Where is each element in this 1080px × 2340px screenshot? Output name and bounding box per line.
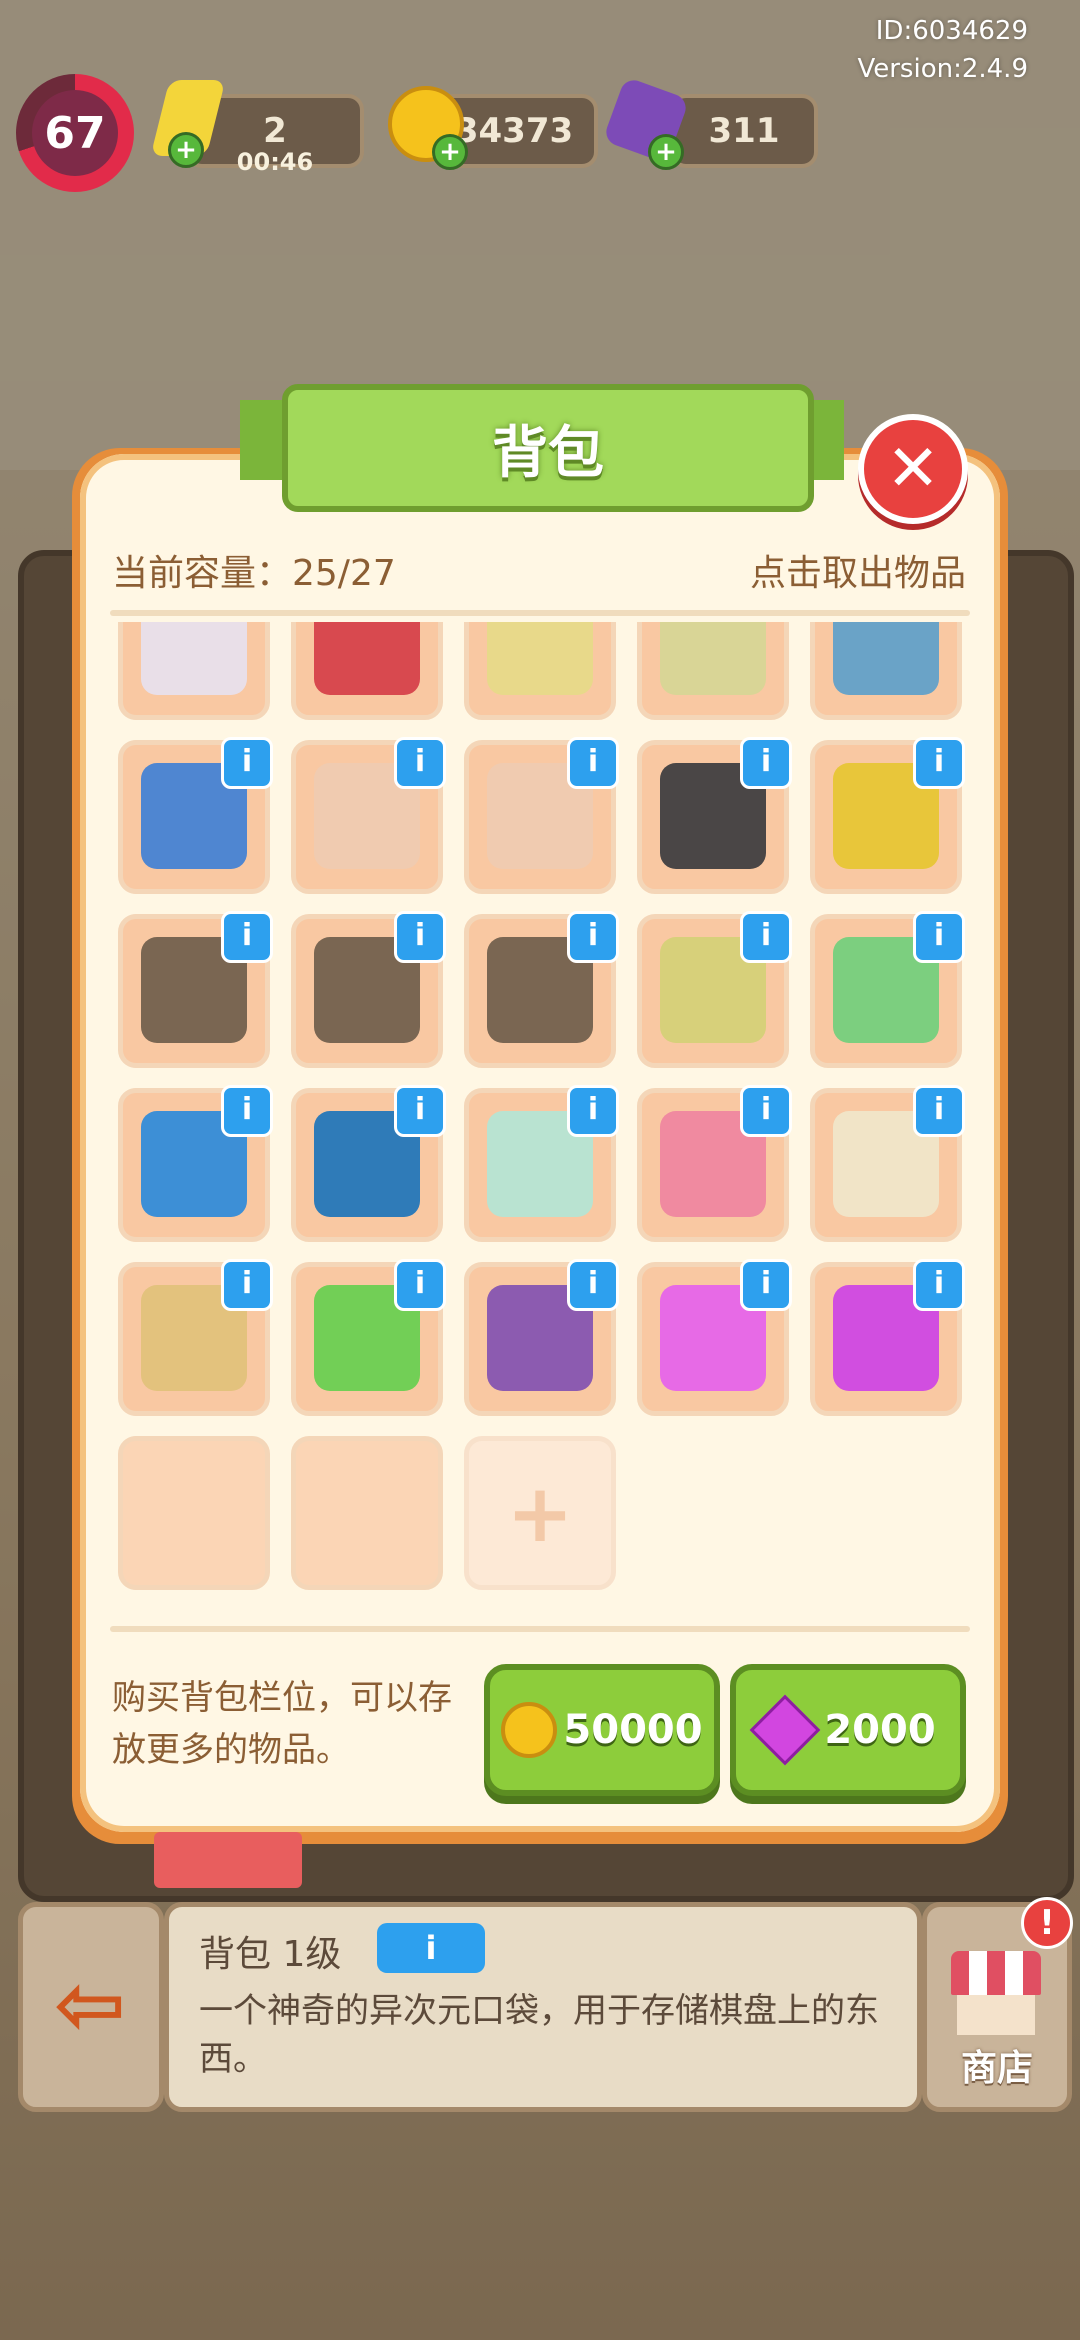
level-badge[interactable]: 67 [16, 74, 134, 192]
inventory-slot[interactable]: i [464, 737, 619, 894]
item-info-button[interactable]: i [740, 1085, 792, 1137]
inventory-slot[interactable]: i [810, 1085, 965, 1242]
gem-counter[interactable]: 311 [670, 94, 818, 168]
energy-timer: 00:46 [236, 148, 314, 176]
inventory-slot[interactable] [810, 622, 962, 720]
item-info-button[interactable]: i [913, 1259, 965, 1311]
buy-slot-description: 购买背包栏位，可以存放更多的物品。 [112, 1678, 452, 1770]
shop-label: 商店 [960, 2048, 1033, 2089]
inventory-slot[interactable]: i [810, 911, 965, 1068]
inventory-slot[interactable]: i [637, 1259, 792, 1416]
inventory-slot[interactable]: i [810, 1259, 965, 1416]
item-info-button[interactable]: i [377, 1923, 485, 1973]
version-label: Version:2.4.9 [857, 54, 1028, 84]
inventory-slot[interactable]: i [118, 1259, 273, 1416]
item-info-button[interactable]: i [394, 1259, 446, 1311]
exercise-bike-icon [833, 622, 939, 695]
item-info-button[interactable]: i [740, 911, 792, 963]
inventory-slot[interactable]: i [637, 1085, 792, 1242]
item-info-bar: ⇦ 背包 1级 i 一个神奇的异次元口袋，用于存储棋盘上的东西。 商店 ! [18, 1897, 1073, 2112]
gem-value: 311 [708, 111, 780, 151]
level-value: 67 [32, 90, 118, 176]
bottom-ribbon-decoration [154, 1832, 302, 1888]
inventory-grid: i i i i i i i i i i i i i i i i i i i i + [118, 622, 965, 1590]
inventory-slot[interactable] [464, 622, 616, 720]
empty-slot [291, 1436, 443, 1590]
coin-value: 34373 [454, 111, 574, 151]
red-basket-icon [314, 622, 420, 695]
add-gems-button[interactable]: + [648, 134, 684, 170]
buy-with-gems-button[interactable]: 2000 [730, 1664, 966, 1796]
item-info-button[interactable]: i [221, 737, 273, 789]
inventory-slot[interactable]: i [464, 911, 619, 1068]
item-info-button[interactable]: i [567, 1085, 619, 1137]
inventory-scroll-area[interactable]: i i i i i i i i i i i i i i i i i i i i + [112, 622, 968, 1602]
add-energy-button[interactable]: + [168, 132, 204, 168]
title-ribbon: 背包 [282, 384, 814, 512]
close-icon: ✕ [886, 432, 940, 506]
inventory-slot[interactable]: i [291, 737, 446, 894]
empty-slot [118, 1436, 270, 1590]
item-info-button[interactable]: i [740, 737, 792, 789]
item-info-button[interactable]: i [394, 911, 446, 963]
item-info-button[interactable]: i [567, 911, 619, 963]
add-slot-button[interactable]: + [464, 1436, 616, 1590]
item-info-button[interactable]: i [394, 737, 446, 789]
shop-button[interactable]: 商店 ! [922, 1897, 1073, 2112]
energy-value: 2 [263, 111, 287, 151]
close-button[interactable]: ✕ [858, 414, 968, 524]
exit-button[interactable]: ⇦ [18, 1902, 164, 2112]
shop-awning-icon [951, 1951, 1041, 1995]
exit-arrow-icon: ⇦ [53, 1955, 127, 2055]
inventory-slot[interactable]: i [291, 911, 446, 1068]
gem-icon [749, 1694, 821, 1766]
inventory-slot[interactable]: i [637, 911, 792, 1068]
item-info-button[interactable]: i [740, 1259, 792, 1311]
inventory-slot[interactable] [637, 622, 789, 720]
inventory-slot[interactable]: i [464, 1085, 619, 1242]
inventory-slot[interactable] [291, 622, 443, 720]
inventory-slot[interactable]: i [464, 1259, 619, 1416]
item-info-button[interactable]: i [567, 1259, 619, 1311]
coin-price: 50000 [563, 1707, 703, 1753]
item-info-button[interactable]: i [913, 1085, 965, 1137]
item-info-button[interactable]: i [913, 911, 965, 963]
paint-box-icon [141, 622, 247, 695]
inventory-slot[interactable]: i [637, 737, 792, 894]
inventory-slot[interactable] [118, 622, 270, 720]
gem-price: 2000 [824, 1707, 936, 1753]
capacity-label: 当前容量：25/27 [112, 553, 396, 594]
add-coins-button[interactable]: + [432, 134, 468, 170]
item-title: 背包 1级 [199, 1934, 342, 1975]
item-info-button[interactable]: i [913, 737, 965, 789]
take-out-hint: 点击取出物品 [749, 553, 966, 594]
coin-icon [501, 1702, 558, 1758]
inventory-slot[interactable]: i [118, 737, 273, 894]
item-info-button[interactable]: i [394, 1085, 446, 1137]
inventory-slot[interactable]: i [291, 1259, 446, 1416]
buy-with-coins-button[interactable]: 50000 [484, 1664, 720, 1796]
item-info-button[interactable]: i [221, 911, 273, 963]
bottom-divider [110, 1626, 970, 1632]
inventory-slot[interactable]: i [291, 1085, 446, 1242]
item-description: 一个神奇的异次元口袋，用于存储棋盘上的东西。 [199, 1991, 879, 2079]
shop-alert-badge: ! [1021, 1897, 1073, 1949]
top-divider [110, 610, 970, 616]
version-info: ID:6034629 Version:2.4.9 [857, 12, 1028, 88]
item-info-button[interactable]: i [221, 1259, 273, 1311]
item-info-button[interactable]: i [221, 1085, 273, 1137]
item-info-button[interactable]: i [567, 737, 619, 789]
inventory-slot[interactable]: i [118, 1085, 273, 1242]
yellow-tray-icon [487, 622, 593, 695]
modal-title: 背包 [492, 420, 604, 486]
yellow-trays-icon [660, 622, 766, 695]
item-info-panel: 背包 1级 i 一个神奇的异次元口袋，用于存储棋盘上的东西。 [164, 1902, 922, 2112]
player-id: ID:6034629 [875, 16, 1028, 46]
inventory-slot[interactable]: i [118, 911, 273, 1068]
plus-icon: + [506, 1466, 574, 1560]
shop-front-icon [957, 1995, 1035, 2035]
inventory-slot[interactable]: i [810, 737, 965, 894]
